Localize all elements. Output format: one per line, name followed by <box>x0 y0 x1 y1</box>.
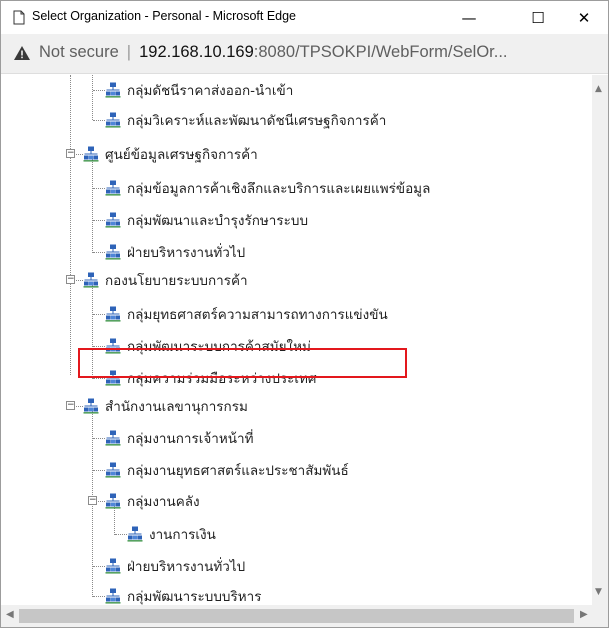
security-label: Not secure <box>39 43 119 61</box>
vertical-scrollbar[interactable]: ▲ ▼ <box>592 75 608 605</box>
tree-node-label: กลุ่มงานคลัง <box>127 494 200 510</box>
tree-line <box>93 596 105 597</box>
tree-node[interactable]: กองนโยบายระบบการค้า <box>83 269 248 291</box>
page-icon <box>13 10 25 25</box>
org-chart-icon <box>105 112 121 128</box>
tree-node[interactable]: กลุ่มพัฒนาและบำรุงรักษาระบบ <box>105 209 308 231</box>
tree-line <box>115 534 127 535</box>
tree-node-label: กลุ่มข้อมูลการค้าเชิงลึกและบริการและเผยแ… <box>127 181 431 197</box>
tree-line <box>93 566 105 567</box>
tree-node-label: งานการเงิน <box>149 527 216 543</box>
tree-node[interactable]: ศูนย์ข้อมูลเศรษฐกิจการค้า <box>83 143 258 165</box>
warning-icon[interactable] <box>13 45 31 61</box>
tree-line <box>93 438 105 439</box>
org-chart-icon <box>105 306 121 322</box>
org-chart-icon <box>105 82 121 98</box>
close-button[interactable]: ✕ <box>561 1 607 34</box>
org-chart-icon <box>105 493 121 509</box>
tree-node-label: กลุ่มงานยุทธศาสตร์และประชาสัมพันธ์ <box>127 463 349 479</box>
tree-line <box>93 346 105 347</box>
scroll-down-icon[interactable]: ▼ <box>595 587 602 597</box>
tree-node[interactable]: กลุ่มพัฒนาระบบบริหาร <box>105 585 261 605</box>
tree-node-label: กลุ่มวิเคราะห์และพัฒนาดัชนีเศรษฐกิจการค้… <box>127 113 387 129</box>
tree-line <box>93 252 105 253</box>
tree-line <box>93 314 105 315</box>
horizontal-scrollbar[interactable]: ◀ ▶ <box>1 605 592 627</box>
scroll-left-icon[interactable]: ◀ <box>6 609 14 620</box>
scroll-thumb[interactable] <box>19 609 574 623</box>
collapse-minus-icon[interactable]: − <box>66 401 75 410</box>
tree-line <box>93 90 105 91</box>
collapse-minus-icon[interactable]: − <box>88 496 97 505</box>
tree-line <box>93 378 105 379</box>
tree-node-label: กลุ่มดัชนีราคาส่งออก-นำเข้า <box>127 83 294 99</box>
org-chart-icon <box>105 588 121 604</box>
tree-line <box>93 188 105 189</box>
org-chart-icon <box>105 430 121 446</box>
minimize-icon: — <box>461 8 477 27</box>
tree-node[interactable]: ฝ่ายบริหารงานทั่วไป <box>105 241 245 263</box>
tree-node[interactable]: ฝ่ายบริหารงานทั่วไป <box>105 555 245 577</box>
org-chart-icon <box>83 146 99 162</box>
title-bar: Select Organization - Personal - Microso… <box>1 1 608 34</box>
org-chart-icon <box>83 398 99 414</box>
tree-line <box>93 120 105 121</box>
tree-node[interactable]: สำนักงานเลขานุการกรม <box>83 395 248 417</box>
collapse-minus-icon[interactable]: − <box>66 275 75 284</box>
org-tree: − − − − กลุ่มดัชนีราคาส่งออก-นำเข้า กลุ่… <box>1 75 592 605</box>
org-chart-icon <box>105 180 121 196</box>
org-chart-icon <box>105 462 121 478</box>
tree-line <box>70 75 71 375</box>
tree-node[interactable]: กลุ่มดัชนีราคาส่งออก-นำเข้า <box>105 79 293 101</box>
scroll-up-icon[interactable]: ▲ <box>595 84 602 94</box>
tree-node-label: กลุ่มงานการเจ้าหน้าที่ <box>127 431 254 447</box>
tree-node[interactable]: กลุ่มยุทธศาสตร์ความสามารถทางการแข่งขัน <box>105 303 388 325</box>
tree-node-label: สำนักงานเลขานุการกรม <box>105 399 248 415</box>
tree-node[interactable]: กลุ่มงานยุทธศาสตร์และประชาสัมพันธ์ <box>105 459 349 481</box>
selection-highlight-box <box>78 348 407 378</box>
minimize-button[interactable]: — <box>446 1 492 34</box>
collapse-minus-icon[interactable]: − <box>66 149 75 158</box>
tree-node[interactable]: กลุ่มงานคลัง <box>105 490 200 512</box>
scrollbar-corner <box>592 605 608 627</box>
url-path: :8080/TPSOKPI/WebForm/SelOr... <box>253 43 508 61</box>
tree-node[interactable]: กลุ่มข้อมูลการค้าเชิงลึกและบริการและเผยแ… <box>105 177 430 199</box>
tree-node-label: กลุ่มพัฒนาระบบบริหาร <box>127 589 262 605</box>
scroll-right-icon[interactable]: ▶ <box>580 609 588 620</box>
org-chart-icon <box>105 558 121 574</box>
url-text[interactable]: Not secure | 192.168.10.169:8080/TPSOKPI/W… <box>39 43 508 62</box>
maximize-icon: ☐ <box>531 8 545 27</box>
tree-node[interactable]: งานการเงิน <box>127 523 216 545</box>
address-separator: | <box>126 43 132 61</box>
org-chart-icon <box>105 212 121 228</box>
tree-node-selected[interactable]: กลุ่มงานการเจ้าหน้าที่ <box>105 427 253 449</box>
browser-window: Select Organization - Personal - Microso… <box>0 0 609 628</box>
address-bar[interactable]: Not secure | 192.168.10.169:8080/TPSOKPI/W… <box>1 34 608 74</box>
org-chart-icon <box>105 244 121 260</box>
tree-line <box>93 470 105 471</box>
tree-node-label: กองนโยบายระบบการค้า <box>105 273 248 289</box>
tree-node-label: กลุ่มพัฒนาและบำรุงรักษาระบบ <box>127 213 309 229</box>
org-chart-icon <box>127 526 143 542</box>
tree-line <box>92 75 93 120</box>
window-title: Select Organization - Personal - Microso… <box>32 9 297 23</box>
tree-node-label: ศูนย์ข้อมูลเศรษฐกิจการค้า <box>105 147 258 163</box>
tree-line <box>92 159 93 253</box>
tree-node[interactable]: กลุ่มวิเคราะห์และพัฒนาดัชนีเศรษฐกิจการค้… <box>105 109 386 131</box>
tree-node-label: ฝ่ายบริหารงานทั่วไป <box>127 559 246 575</box>
org-chart-icon <box>83 272 99 288</box>
close-icon: ✕ <box>577 8 591 27</box>
tree-line <box>93 220 105 221</box>
url-host: 192.168.10.169 <box>139 43 254 61</box>
maximize-button[interactable]: ☐ <box>515 1 561 34</box>
tree-node-label: กลุ่มยุทธศาสตร์ความสามารถทางการแข่งขัน <box>127 307 388 323</box>
tree-node-label: ฝ่ายบริหารงานทั่วไป <box>127 245 246 261</box>
